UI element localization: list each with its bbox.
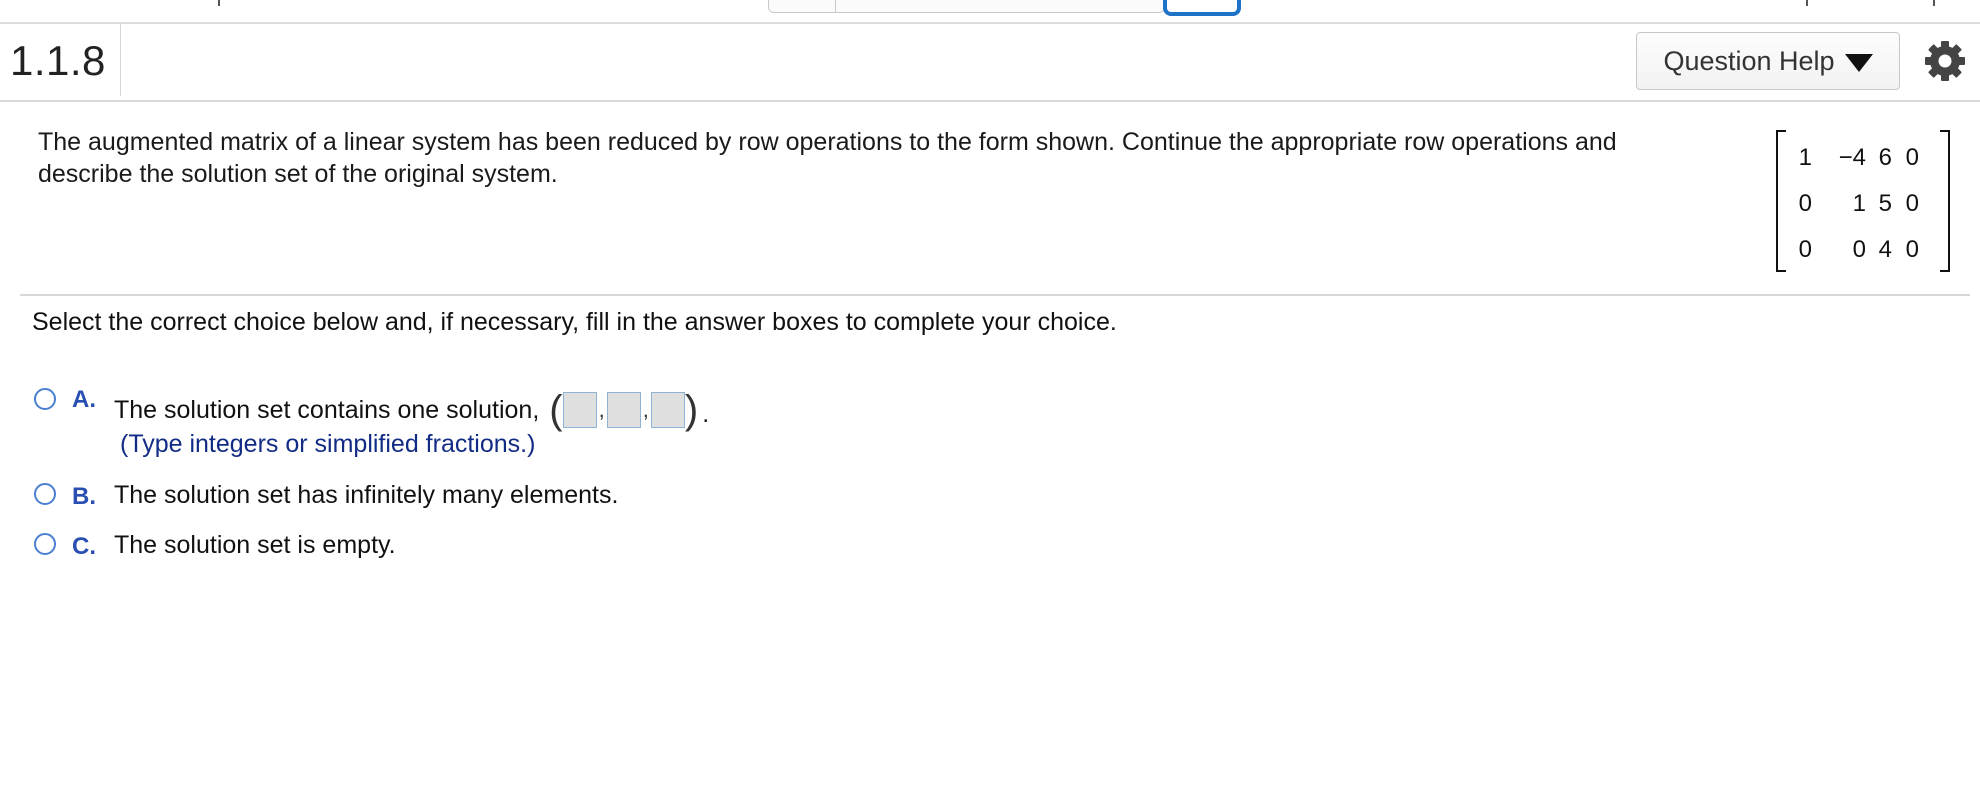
gear-icon[interactable] xyxy=(1924,40,1966,82)
matrix-cell: 0 xyxy=(1798,236,1812,263)
answer-box-x2[interactable] xyxy=(606,391,641,428)
matrix-cell: 0 xyxy=(1798,190,1812,217)
choice-b[interactable]: B. The solution set has infinitely many … xyxy=(34,481,619,511)
matrix-cell: 0 xyxy=(1905,236,1919,263)
choice-b-text: The solution set has infinitely many ele… xyxy=(114,481,619,509)
instruction-text: Select the correct choice below and, if … xyxy=(32,308,1117,336)
close-paren: ) xyxy=(684,387,699,432)
question-number: 1.1.8 xyxy=(10,37,106,84)
answer-box-x3[interactable] xyxy=(650,391,685,428)
question-help-label: Question Help xyxy=(1663,45,1835,76)
period: . xyxy=(702,400,710,428)
comma: , xyxy=(598,396,605,422)
choice-c[interactable]: C. The solution set is empty. xyxy=(34,531,396,561)
choice-c-radio[interactable] xyxy=(34,533,56,555)
choice-a-letter: A. xyxy=(72,386,96,413)
solution-tuple: ( , , ) . xyxy=(549,387,710,432)
matrix-cell: 0 xyxy=(1905,190,1919,217)
augmented-matrix: 1 −4 6 0 0 1 5 0 0 0 4 0 xyxy=(1776,130,1950,276)
header-separator xyxy=(120,24,121,96)
choice-b-radio[interactable] xyxy=(34,483,56,505)
matrix-cell: 1 xyxy=(1798,144,1812,171)
choice-a[interactable]: A. The solution set contains one solutio… xyxy=(34,386,710,432)
answer-box-x1[interactable] xyxy=(562,391,597,428)
choice-a-hint: (Type integers or simplified fractions.) xyxy=(120,430,536,458)
toolbar-tick xyxy=(218,0,220,6)
open-paren: ( xyxy=(549,387,563,432)
top-toolbar-strip xyxy=(0,0,1980,24)
section-divider xyxy=(20,294,1970,296)
matrix-right-bracket xyxy=(1940,130,1950,272)
matrix-cell: 0 xyxy=(1905,144,1919,171)
toolbar-tick xyxy=(1933,0,1935,6)
choice-c-text: The solution set is empty. xyxy=(114,531,396,559)
comma: , xyxy=(642,396,649,422)
question-text: The augmented matrix of a linear system … xyxy=(38,128,1617,188)
choice-a-radio[interactable] xyxy=(34,388,56,410)
choice-b-letter: B. xyxy=(72,483,96,510)
caret-down-icon xyxy=(1844,54,1873,72)
question-help-button[interactable]: Question Help xyxy=(1636,32,1900,90)
question-page: 1.1.8 Question Help The augmented matrix… xyxy=(0,0,1980,812)
choice-a-text: The solution set contains one solution, xyxy=(114,396,540,424)
choice-c-letter: C. xyxy=(72,533,96,560)
toolbar-input-field[interactable] xyxy=(768,0,1165,13)
question-header: 1.1.8 Question Help xyxy=(0,24,1980,102)
toolbar-tick xyxy=(1806,0,1808,6)
toolbar-focused-button[interactable] xyxy=(1163,0,1241,16)
